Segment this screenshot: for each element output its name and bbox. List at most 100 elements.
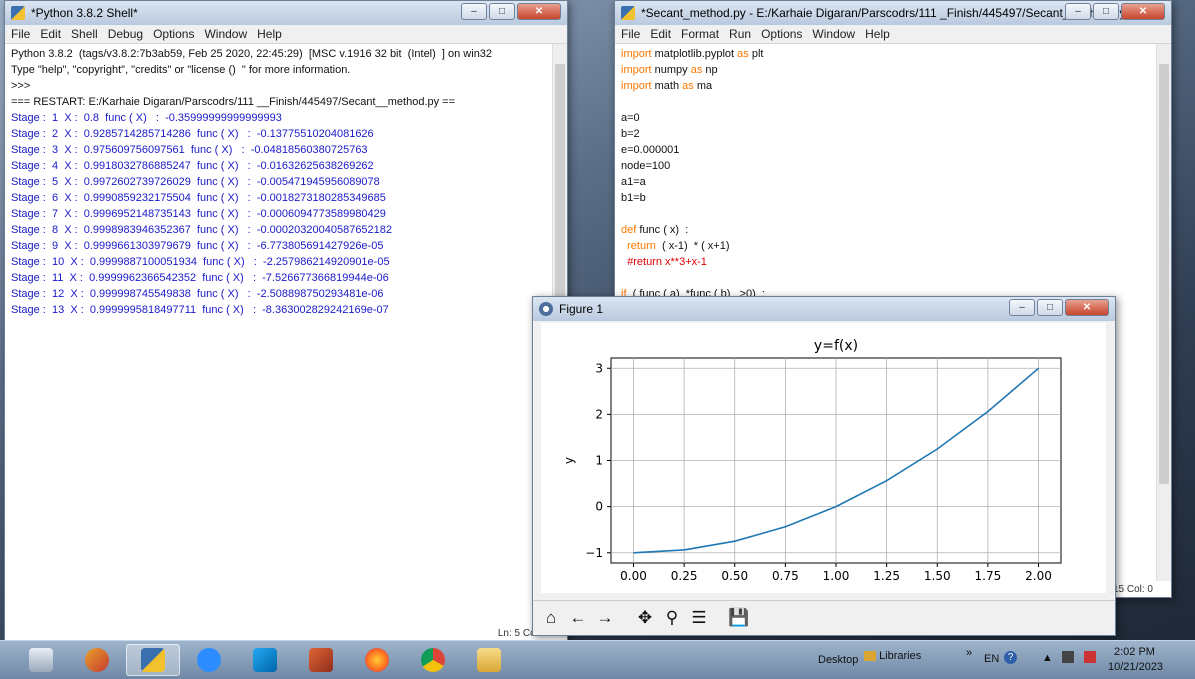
code-line: #return x**3+x-1 [621,256,707,268]
zoom-app-icon [197,648,221,672]
folder-icon [477,648,501,672]
y-tick-label: −1 [585,546,603,560]
menu-run[interactable]: Run [729,25,751,43]
y-tick-label: 1 [595,454,603,468]
menu-window[interactable]: Window [812,25,855,43]
output-line: Stage : 3 X : 0.975609756097561 func ( X… [11,144,368,156]
x-tick-label: 0.25 [671,569,698,583]
app-icon [85,648,109,672]
taskbar-python[interactable] [126,644,180,676]
close-button[interactable]: ✕ [1121,3,1165,20]
x-tick-label: 1.50 [924,569,951,583]
maximize-button[interactable]: □ [489,3,515,20]
minimize-button[interactable]: – [1065,3,1091,20]
home-icon[interactable]: ⌂ [539,606,563,630]
menu-file[interactable]: File [621,25,640,43]
shell-titlebar[interactable]: *Python 3.8.2 Shell* – □ ✕ [5,1,567,25]
code-line: b1=b [621,192,646,204]
output-line: Stage : 13 X : 0.9999995818497711 func (… [11,304,389,316]
taskbar-calculator[interactable] [14,644,68,676]
python-icon [621,6,635,20]
taskbar-chrome[interactable] [406,644,460,676]
code-line: node=100 [621,160,671,172]
menu-file[interactable]: File [11,25,30,43]
figure-toolbar: ⌂ ← → ✥ ⚲ ☰ 💾 [533,600,1115,635]
menu-format[interactable]: Format [681,25,719,43]
close-button[interactable]: ✕ [1065,299,1109,316]
vscode-icon [253,648,277,672]
menu-options[interactable]: Options [153,25,194,43]
python-shell-window[interactable]: *Python 3.8.2 Shell* – □ ✕ File Edit She… [4,0,568,642]
taskbar-zoom[interactable] [182,644,236,676]
zoom-icon[interactable]: ⚲ [660,606,684,630]
forward-icon[interactable]: → [593,606,617,630]
firefox-icon [365,648,389,672]
taskbar-vscode[interactable] [238,644,292,676]
action-center-icon[interactable] [1084,651,1096,663]
menu-debug[interactable]: Debug [108,25,143,43]
minimize-button[interactable]: – [461,3,487,20]
menu-options[interactable]: Options [761,25,802,43]
chrome-icon [421,648,445,672]
shell-output[interactable]: Python 3.8.2 (tags/v3.8.2:7b3ab59, Feb 2… [5,44,553,641]
taskbar-app-2[interactable] [70,644,124,676]
close-button[interactable]: ✕ [517,3,561,20]
calculator-icon [29,648,53,672]
figure-window[interactable]: Figure 1 – □ ✕ 0.00 0.25 0.50 0.75 1.00 1.25 1… [532,296,1116,636]
x-tick-label: 0.00 [620,569,647,583]
editor-scrollbar[interactable] [1156,44,1171,581]
shell-prompt: >>> [11,80,31,92]
menu-edit[interactable]: Edit [40,25,61,43]
chart-svg: 0.00 0.25 0.50 0.75 1.00 1.25 1.50 1.75 2.00 −1 0 1… [562,338,1062,583]
y-tick-label: 2 [595,407,603,421]
libraries-toolbar[interactable]: Libraries [864,650,921,662]
chart-title: y=f(x) [814,338,858,354]
menu-edit[interactable]: Edit [650,25,671,43]
shell-header-line: Type "help", "copyright", "credits" or "… [11,64,351,76]
scroll-thumb[interactable] [1159,64,1169,484]
taskbar-firefox[interactable] [350,644,404,676]
y-tick-label: 0 [595,500,603,514]
taskbar-explorer[interactable] [462,644,516,676]
network-icon[interactable] [1062,651,1074,663]
back-icon[interactable]: ← [566,606,590,630]
output-line: Stage : 5 X : 0.9972602739726029 func ( … [11,176,380,188]
menu-window[interactable]: Window [204,25,247,43]
help-icon[interactable]: ? [1004,651,1017,664]
desktop-toolbar-label[interactable]: Desktop [818,654,858,666]
shell-title: *Python 3.8.2 Shell* [31,6,138,20]
show-hidden-icons-icon[interactable]: ▲ [1042,652,1053,664]
x-tick-label: 0.75 [772,569,799,583]
taskbar: Desktop Libraries » EN ? ▲ 2:02 PM 10/21… [0,640,1195,679]
menu-help[interactable]: Help [257,25,282,43]
save-icon[interactable]: 💾 [727,606,751,630]
matlab-icon [309,648,333,672]
expand-icon[interactable]: » [966,647,972,659]
menu-shell[interactable]: Shell [71,25,98,43]
figure-title: Figure 1 [559,302,604,316]
configure-icon[interactable]: ☰ [687,606,711,630]
output-line: Stage : 9 X : 0.9999661303979679 func ( … [11,240,384,252]
taskbar-matlab[interactable] [294,644,348,676]
menu-help[interactable]: Help [865,25,890,43]
y-axis-label: y [562,457,576,464]
clock-time[interactable]: 2:02 PM [1114,646,1155,658]
shell-header-line: Python 3.8.2 (tags/v3.8.2:7b3ab59, Feb 2… [11,48,493,60]
x-tick-label: 1.75 [975,569,1002,583]
libraries-icon [864,651,876,662]
figure-titlebar[interactable]: Figure 1 – □ ✕ [533,297,1115,321]
minimize-button[interactable]: – [1009,299,1035,316]
pan-icon[interactable]: ✥ [633,606,657,630]
editor-titlebar[interactable]: *Secant_method.py - E:/Karhaie Digaran/P… [615,1,1171,25]
clock-date[interactable]: 10/21/2023 [1108,661,1163,673]
code-line: import numpy as np [621,64,718,76]
matplotlib-icon [539,302,553,316]
language-indicator[interactable]: EN [984,653,999,665]
maximize-button[interactable]: □ [1093,3,1119,20]
code-line: b=2 [621,128,640,140]
figure-canvas[interactable]: 0.00 0.25 0.50 0.75 1.00 1.25 1.50 1.75 2.00 −1 0 1… [541,323,1106,593]
maximize-button[interactable]: □ [1037,299,1063,316]
